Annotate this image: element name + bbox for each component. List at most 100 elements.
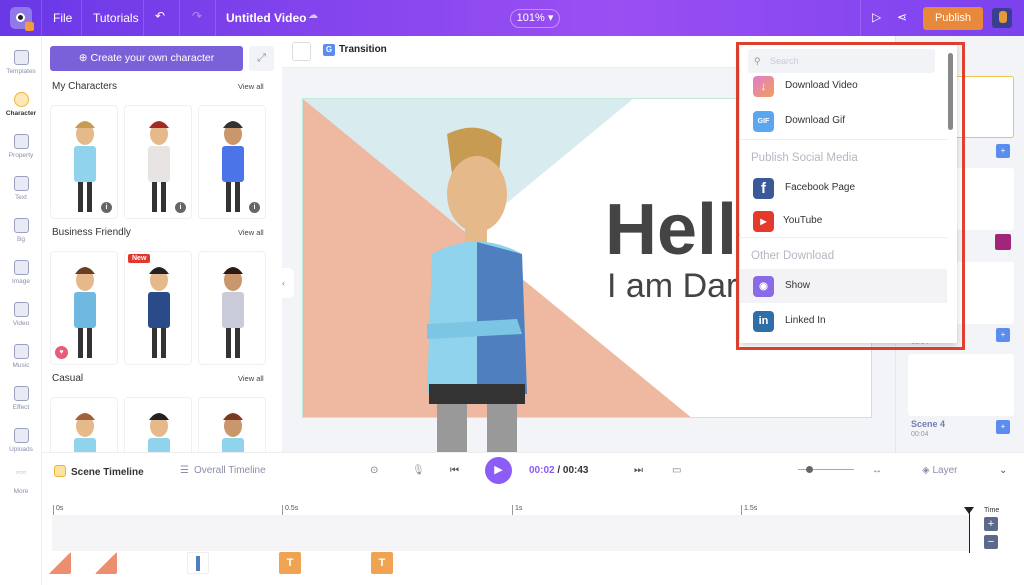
collapse-panel-handle[interactable]: ‹ xyxy=(282,268,294,298)
transition-icon: G xyxy=(323,44,335,56)
menu-item-download-gif[interactable]: GIF Download Gif xyxy=(740,104,947,138)
character-card[interactable]: ♥ xyxy=(50,251,118,365)
sidebar-item-label: Templates xyxy=(6,68,36,75)
character-card[interactable] xyxy=(124,397,192,457)
character-card[interactable] xyxy=(50,397,118,457)
color-swatch[interactable] xyxy=(292,42,311,61)
timeline-item-transition[interactable] xyxy=(49,552,71,574)
tab-overall-timeline[interactable]: ☰ Overall Timeline xyxy=(180,465,266,476)
sidebar-item-image[interactable]: Image xyxy=(0,260,42,285)
add-scene-button[interactable]: + xyxy=(996,144,1010,158)
view-all-link[interactable]: View all xyxy=(238,228,264,237)
undo-icon[interactable]: ↶ xyxy=(155,9,165,23)
expand-icon[interactable]: ⤢ xyxy=(249,46,274,71)
preview-play-icon[interactable]: ▷ xyxy=(872,10,881,24)
transition-button[interactable]: G Transition xyxy=(323,44,387,56)
menu-item-download-video[interactable]: ↓ Download Video xyxy=(740,69,947,103)
sidebar-item-uploads[interactable]: Uploads xyxy=(0,428,42,453)
sidebar-item-templates[interactable]: Templates xyxy=(0,50,42,75)
layer-button[interactable]: ◈ Layer xyxy=(922,465,957,476)
uploads-icon xyxy=(13,428,29,443)
sidebar-item-effect[interactable]: Effect xyxy=(0,386,42,411)
sidebar-item-label: Text xyxy=(15,194,27,201)
zoom-in-button[interactable]: + xyxy=(984,517,998,531)
tutorials-menu[interactable]: Tutorials xyxy=(93,11,139,25)
info-icon[interactable]: i xyxy=(101,202,112,213)
subtitle-icon[interactable]: ▭ xyxy=(672,465,681,476)
section-header: Other Download xyxy=(751,250,835,262)
dropdown-scrollbar[interactable] xyxy=(948,53,953,130)
tab-label: Overall Timeline xyxy=(193,465,266,476)
tab-scene-timeline[interactable]: Scene Timeline xyxy=(54,465,144,478)
new-badge: New xyxy=(128,254,151,263)
text-icon xyxy=(13,176,29,191)
view-all-link[interactable]: View all xyxy=(238,374,264,383)
create-character-button[interactable]: ⊕ Create your own character xyxy=(50,46,243,71)
info-icon[interactable]: i xyxy=(249,202,260,213)
play-button[interactable]: ▶ xyxy=(485,457,512,484)
menu-item-facebook[interactable]: f Facebook Page xyxy=(740,171,947,205)
zoom-select[interactable]: 101% ▾ xyxy=(510,9,560,28)
youtube-icon: ▶ xyxy=(753,211,774,232)
menu-item-linkedin[interactable]: in Linked In xyxy=(740,304,947,338)
character-figure[interactable] xyxy=(407,124,547,454)
share-icon[interactable]: ⋖ xyxy=(897,10,907,24)
sidebar-item-bg[interactable]: Bg xyxy=(0,218,42,243)
timeline-item-text[interactable]: T xyxy=(371,552,393,574)
sidebar-item-property[interactable]: Property xyxy=(0,134,42,159)
sidebar-item-character[interactable]: Character xyxy=(0,92,42,117)
character-card[interactable] xyxy=(198,251,266,365)
fit-icon[interactable]: ↔ xyxy=(872,465,882,476)
tab-label: Scene Timeline xyxy=(71,467,144,478)
camera-icon[interactable]: ⊙ xyxy=(370,465,378,476)
zoom-out-button[interactable]: − xyxy=(984,535,998,549)
sidebar-item-video[interactable]: Video xyxy=(0,302,42,327)
character-card[interactable]: i xyxy=(50,105,118,219)
timeline-item-character[interactable] xyxy=(187,552,209,574)
playhead[interactable] xyxy=(964,507,974,553)
sidebar-item-music[interactable]: Music xyxy=(0,344,42,369)
search-placeholder: Search xyxy=(770,56,799,66)
info-icon[interactable]: i xyxy=(175,202,186,213)
zoom-slider[interactable] xyxy=(798,466,854,473)
view-all-link[interactable]: View all xyxy=(238,82,264,91)
timeline-item-text[interactable]: T xyxy=(279,552,301,574)
chevron-down-icon[interactable]: ⌄ xyxy=(999,465,1007,476)
tick-label: 1.5s xyxy=(741,505,757,515)
character-card[interactable] xyxy=(124,251,192,365)
avatar[interactable] xyxy=(992,8,1012,28)
sidebar-item-text[interactable]: Text xyxy=(0,176,42,201)
sidebar-item-label: Music xyxy=(12,362,30,369)
skip-back-icon[interactable]: ⏮ xyxy=(450,465,459,476)
scene-duration: 00:04 xyxy=(911,431,929,438)
redo-icon[interactable]: ↷ xyxy=(192,9,202,23)
favorite-icon[interactable]: ♥ xyxy=(55,346,68,359)
add-scene-button[interactable]: + xyxy=(996,420,1010,434)
scene-thumbnail[interactable] xyxy=(908,354,1014,416)
character-card[interactable] xyxy=(198,397,266,457)
menu-item-youtube[interactable]: ▶ YouTube xyxy=(740,204,947,238)
scene-effect-icon[interactable] xyxy=(995,234,1011,250)
file-menu[interactable]: File xyxy=(53,11,72,25)
menu-item-show[interactable]: ◉ Show xyxy=(740,269,947,303)
timeline-track[interactable] xyxy=(52,515,970,551)
character-card[interactable]: i xyxy=(198,105,266,219)
publish-button[interactable]: Publish xyxy=(923,7,983,30)
app-logo[interactable] xyxy=(10,7,34,31)
timeline-item-transition[interactable] xyxy=(95,552,117,574)
microphone-icon[interactable]: 🎙 xyxy=(412,465,425,476)
sidebar-item-more[interactable]: ○○○ More xyxy=(0,470,42,495)
menu-item-label: Facebook Page xyxy=(785,182,856,193)
video-title[interactable]: Untitled Video xyxy=(226,11,306,25)
download-video-icon: ↓ xyxy=(753,76,774,97)
sidebar-rail: Templates Character Property Text Bg Image Vid… xyxy=(0,36,42,585)
video-icon xyxy=(13,302,29,317)
sidebar-item-label: Uploads xyxy=(9,446,33,453)
menu-item-label: Show xyxy=(785,280,811,291)
subline-text[interactable]: I am Dar xyxy=(607,267,737,306)
add-scene-button[interactable]: + xyxy=(996,328,1010,342)
property-icon xyxy=(13,134,29,149)
top-bar: File Tutorials ↶ ↷ Untitled Video ☁ 101%… xyxy=(0,0,1024,36)
skip-forward-icon[interactable]: ⏭ xyxy=(634,465,643,476)
character-card[interactable]: i xyxy=(124,105,192,219)
